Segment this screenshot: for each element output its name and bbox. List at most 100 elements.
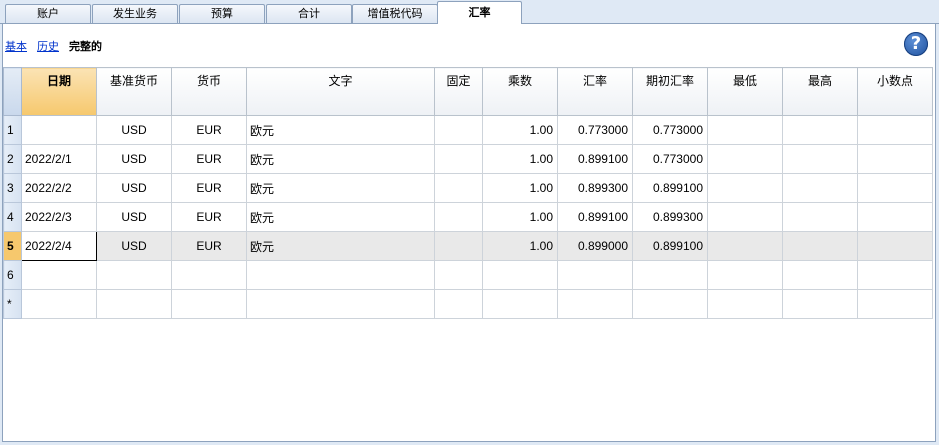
cell-date[interactable] — [21, 115, 97, 145]
cell-opening-rate[interactable] — [632, 289, 708, 319]
cell-fixed[interactable] — [434, 260, 483, 290]
cell-opening-rate[interactable]: 0.773000 — [632, 115, 708, 145]
cell-rate[interactable]: 0.899100 — [557, 202, 633, 232]
row-number[interactable]: 4 — [3, 202, 22, 232]
row-number[interactable]: * — [3, 289, 22, 319]
cell-currency[interactable]: EUR — [171, 115, 247, 145]
cell-max[interactable] — [782, 289, 858, 319]
cell-min[interactable] — [707, 260, 783, 290]
column-header-text[interactable]: 文字 — [246, 67, 435, 116]
cell-base-currency[interactable] — [96, 260, 172, 290]
cell-date[interactable] — [21, 289, 97, 319]
column-header-fixed[interactable]: 固定 — [434, 67, 483, 116]
cell-max[interactable] — [782, 173, 858, 203]
tab-totals[interactable]: 合计 — [266, 4, 352, 23]
tab-vat-codes[interactable]: 增值税代码 — [352, 4, 438, 23]
cell-min[interactable] — [707, 231, 783, 261]
cell-currency[interactable]: EUR — [171, 231, 247, 261]
cell-decimals[interactable] — [857, 260, 933, 290]
cell-fixed[interactable] — [434, 144, 483, 174]
cell-decimals[interactable] — [857, 231, 933, 261]
cell-decimals[interactable] — [857, 173, 933, 203]
cell-max[interactable] — [782, 202, 858, 232]
cell-text[interactable] — [246, 260, 435, 290]
column-header-decimals[interactable]: 小数点 — [857, 67, 933, 116]
table-row[interactable]: 6 — [3, 260, 933, 290]
cell-min[interactable] — [707, 202, 783, 232]
cell-fixed[interactable] — [434, 173, 483, 203]
cell-date[interactable]: 2022/2/1 — [21, 144, 97, 174]
view-link-history[interactable]: 历史 — [37, 41, 59, 53]
cell-fixed[interactable] — [434, 115, 483, 145]
cell-min[interactable] — [707, 289, 783, 319]
cell-decimals[interactable] — [857, 144, 933, 174]
cell-date[interactable]: 2022/2/2 — [21, 173, 97, 203]
cell-opening-rate[interactable]: 0.899100 — [632, 173, 708, 203]
cell-rate[interactable] — [557, 289, 633, 319]
cell-multiplier[interactable]: 1.00 — [482, 144, 558, 174]
cell-rate[interactable]: 0.899300 — [557, 173, 633, 203]
view-link-basic[interactable]: 基本 — [5, 41, 27, 53]
cell-decimals[interactable] — [857, 289, 933, 319]
cell-text[interactable]: 欧元 — [246, 231, 435, 261]
cell-min[interactable] — [707, 115, 783, 145]
cell-currency[interactable]: EUR — [171, 144, 247, 174]
table-corner[interactable] — [3, 67, 22, 116]
cell-currency[interactable] — [171, 260, 247, 290]
cell-currency[interactable]: EUR — [171, 202, 247, 232]
column-header-base-currency[interactable]: 基准货币 — [96, 67, 172, 116]
cell-decimals[interactable] — [857, 115, 933, 145]
cell-max[interactable] — [782, 260, 858, 290]
column-header-min[interactable]: 最低 — [707, 67, 783, 116]
table-row[interactable]: 1 USD EUR 欧元 1.00 0.773000 0.773000 — [3, 115, 933, 145]
tab-accounts[interactable]: 账户 — [5, 4, 91, 23]
cell-decimals[interactable] — [857, 202, 933, 232]
help-icon[interactable]: ? — [904, 32, 928, 56]
cell-min[interactable] — [707, 173, 783, 203]
cell-date[interactable]: 2022/2/3 — [21, 202, 97, 232]
cell-base-currency[interactable]: USD — [96, 144, 172, 174]
cell-base-currency[interactable] — [96, 289, 172, 319]
cell-currency[interactable]: EUR — [171, 173, 247, 203]
row-number[interactable]: 6 — [3, 260, 22, 290]
cell-text[interactable]: 欧元 — [246, 202, 435, 232]
row-number[interactable]: 1 — [3, 115, 22, 145]
cell-rate[interactable]: 0.899100 — [557, 144, 633, 174]
table-row[interactable]: 2 2022/2/1 USD EUR 欧元 1.00 0.899100 0.77… — [3, 144, 933, 174]
cell-text[interactable] — [246, 289, 435, 319]
cell-max[interactable] — [782, 115, 858, 145]
column-header-max[interactable]: 最高 — [782, 67, 858, 116]
cell-opening-rate[interactable]: 0.899100 — [632, 231, 708, 261]
table-row-new[interactable]: * — [3, 289, 933, 319]
cell-max[interactable] — [782, 144, 858, 174]
cell-multiplier[interactable]: 1.00 — [482, 173, 558, 203]
cell-multiplier[interactable] — [482, 289, 558, 319]
tab-exchange-rates[interactable]: 汇率 — [437, 1, 522, 24]
cell-base-currency[interactable]: USD — [96, 231, 172, 261]
cell-text[interactable]: 欧元 — [246, 144, 435, 174]
cell-text[interactable]: 欧元 — [246, 173, 435, 203]
table-row-current[interactable]: 5 2022/2/4 USD EUR 欧元 1.00 0.899000 0.89… — [3, 231, 933, 261]
cell-multiplier[interactable] — [482, 260, 558, 290]
column-header-multiplier[interactable]: 乘数 — [482, 67, 558, 116]
column-header-currency[interactable]: 货币 — [171, 67, 247, 116]
cell-date-editing[interactable]: 2022/2/4 — [21, 231, 97, 261]
row-number[interactable]: 5 — [3, 231, 22, 261]
cell-currency[interactable] — [171, 289, 247, 319]
cell-text[interactable]: 欧元 — [246, 115, 435, 145]
column-header-rate[interactable]: 汇率 — [557, 67, 633, 116]
cell-date[interactable] — [21, 260, 97, 290]
cell-min[interactable] — [707, 144, 783, 174]
cell-multiplier[interactable]: 1.00 — [482, 115, 558, 145]
cell-rate[interactable]: 0.899000 — [557, 231, 633, 261]
table-row[interactable]: 3 2022/2/2 USD EUR 欧元 1.00 0.899300 0.89… — [3, 173, 933, 203]
table-row[interactable]: 4 2022/2/3 USD EUR 欧元 1.00 0.899100 0.89… — [3, 202, 933, 232]
cell-base-currency[interactable]: USD — [96, 115, 172, 145]
cell-opening-rate[interactable] — [632, 260, 708, 290]
cell-multiplier[interactable]: 1.00 — [482, 231, 558, 261]
row-number[interactable]: 3 — [3, 173, 22, 203]
cell-fixed[interactable] — [434, 231, 483, 261]
row-number[interactable]: 2 — [3, 144, 22, 174]
cell-fixed[interactable] — [434, 289, 483, 319]
cell-opening-rate[interactable]: 0.773000 — [632, 144, 708, 174]
